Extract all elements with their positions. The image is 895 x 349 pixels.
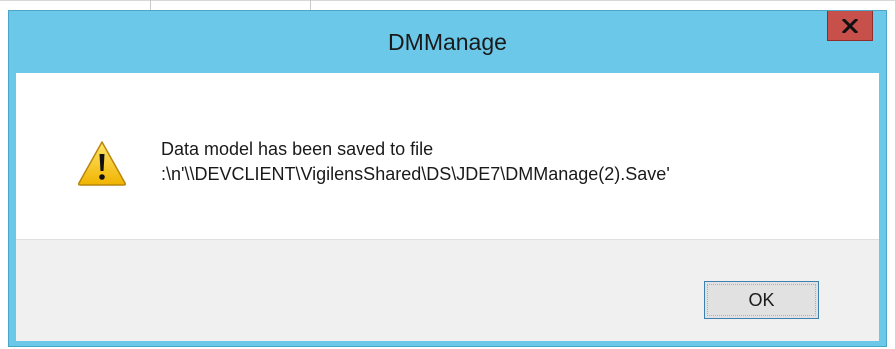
warning-triangle-icon xyxy=(77,141,127,186)
dialog-titlebar[interactable]: DMManage xyxy=(9,11,886,73)
background-divider xyxy=(0,0,895,1)
dialog-title: DMManage xyxy=(388,29,507,55)
close-button[interactable] xyxy=(827,11,873,41)
background-column-divider xyxy=(310,0,311,10)
message-text-line-1: Data model has been saved to file xyxy=(161,139,434,159)
dialog-client-area: Data model has been saved to file :\n'\\… xyxy=(16,73,879,341)
background-column-divider xyxy=(150,0,151,10)
message-text-line-2: :\n'\\DEVCLIENT\VigilensShared\DS\JDE7\D… xyxy=(161,164,670,184)
message-area: Data model has been saved to file :\n'\\… xyxy=(16,73,879,239)
ok-button[interactable]: OK xyxy=(704,281,819,319)
button-area: OK xyxy=(16,239,879,341)
message-dialog: DMManage Data model has been saved to fi… xyxy=(8,10,887,347)
close-x-icon xyxy=(842,18,858,33)
